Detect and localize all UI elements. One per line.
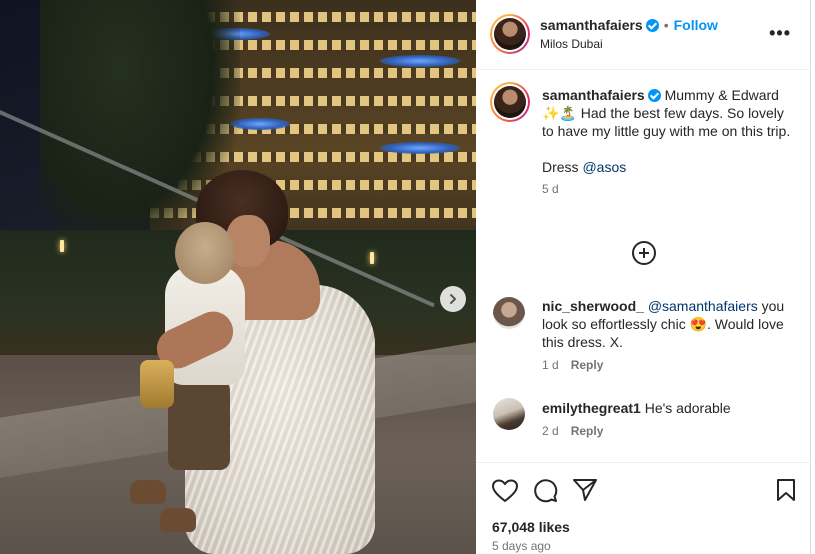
post-actions-bar: 67,048 likes 5 days ago — [476, 462, 811, 554]
separator-dot: • — [663, 17, 669, 33]
caption-author-avatar[interactable] — [490, 82, 530, 122]
author-username[interactable]: samanthafaiers — [540, 17, 643, 33]
reply-button[interactable]: Reply — [571, 358, 604, 372]
page-margin — [811, 0, 815, 554]
bookmark-icon[interactable] — [776, 478, 796, 502]
chevron-right-icon — [450, 294, 456, 304]
comment-item: emilythegreat1 He's adorable 2 d Reply — [542, 399, 800, 438]
share-icon[interactable] — [572, 478, 598, 502]
photo-lamp — [370, 252, 374, 264]
post-photo[interactable] — [0, 0, 476, 554]
caption-username[interactable]: samanthafaiers — [542, 87, 645, 103]
comment-mention-link[interactable]: @samanthafaiers — [648, 298, 758, 314]
comment-timestamp: 1 d — [542, 358, 559, 372]
likes-count[interactable]: 67,048 likes — [492, 519, 570, 535]
post-side-panel: samanthafaiers • Follow Milos Dubai ••• sa… — [476, 0, 811, 554]
caption-mention-link[interactable]: @asos — [582, 159, 626, 175]
post-location[interactable]: Milos Dubai — [540, 37, 603, 51]
photo-child-shoe — [130, 480, 166, 504]
photo-child-shoe — [160, 508, 196, 532]
comment-text: He's adorable — [644, 400, 731, 416]
photo-handbag — [140, 360, 174, 408]
post-date[interactable]: 5 days ago — [492, 539, 551, 553]
comment-username[interactable]: emilythegreat1 — [542, 400, 641, 416]
photo-lamp — [60, 240, 64, 252]
reply-button[interactable]: Reply — [571, 424, 604, 438]
comment-username[interactable]: nic_sherwood_ — [542, 298, 644, 314]
post-caption: samanthafaiers Mummy & Edward ✨🏝️ Had th… — [542, 86, 792, 196]
photo-child-head — [175, 222, 235, 284]
carousel-next-button[interactable] — [440, 286, 466, 312]
follow-button[interactable]: Follow — [674, 17, 718, 33]
comment-timestamp: 2 d — [542, 424, 559, 438]
photo-child-legs — [168, 380, 230, 470]
comment-item: nic_sherwood_ @samanthafaiers you look s… — [542, 297, 800, 372]
comment-icon[interactable] — [532, 478, 558, 504]
load-more-comments-button[interactable] — [632, 241, 656, 265]
comment-avatar[interactable] — [493, 398, 525, 430]
verified-icon — [645, 19, 659, 32]
author-avatar[interactable] — [490, 14, 530, 54]
post-header: samanthafaiers • Follow Milos Dubai ••• — [476, 0, 811, 70]
more-options-icon[interactable]: ••• — [769, 24, 791, 42]
caption-dress-label: Dress — [542, 159, 579, 175]
comment-avatar[interactable] — [493, 297, 525, 329]
heart-icon[interactable] — [492, 479, 518, 503]
verified-icon — [647, 89, 661, 102]
caption-timestamp: 5 d — [542, 182, 559, 196]
